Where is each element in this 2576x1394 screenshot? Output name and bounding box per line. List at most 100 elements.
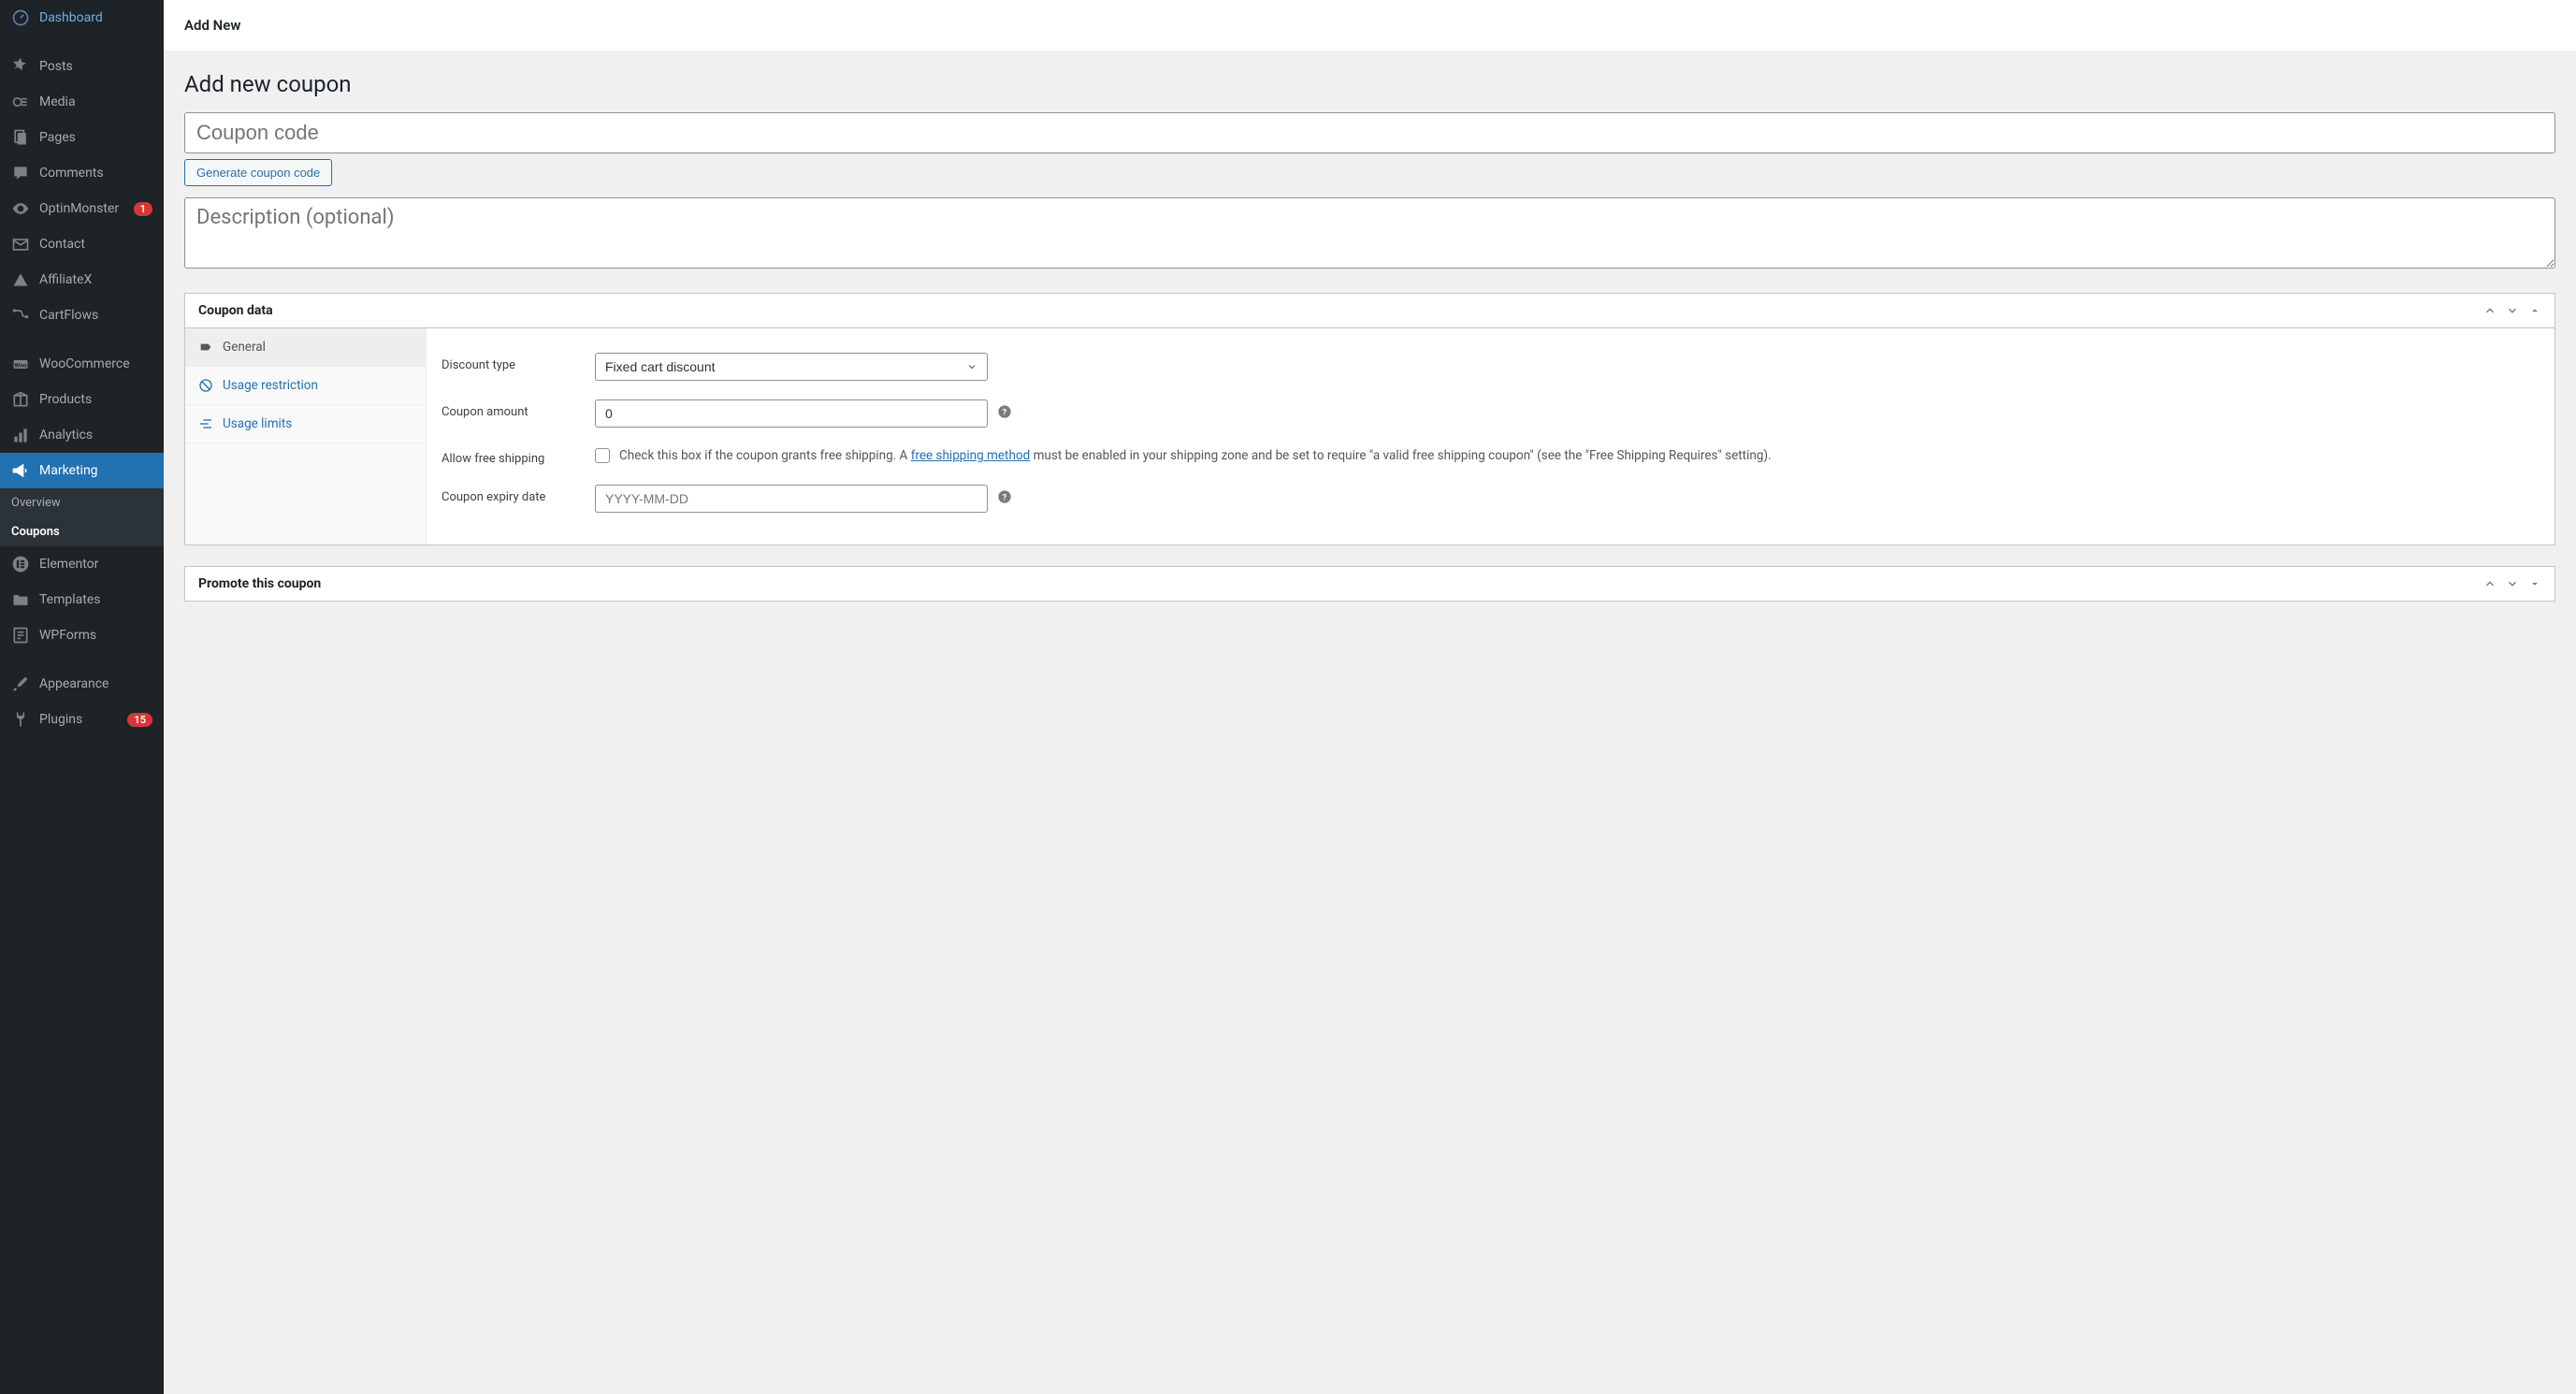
sidebar-item-analytics[interactable]: Analytics (0, 417, 164, 453)
page-title: Add new coupon (184, 71, 2555, 97)
svg-text:Woo: Woo (14, 361, 26, 369)
svg-text:?: ? (1003, 492, 1007, 502)
sidebar-item-label: AffiliateX (39, 272, 152, 287)
sidebar-item-affiliatex[interactable]: AffiliateX (0, 262, 164, 298)
general-icon (198, 340, 213, 355)
coupon-data-panel: Coupon data General (184, 293, 2555, 545)
tab-label: Usage restriction (223, 378, 318, 393)
panel-header: Promote this coupon (185, 567, 2554, 601)
coupon-form: Discount type Fixed cart discount Coupon… (427, 328, 2554, 545)
sidebar-item-comments[interactable]: Comments (0, 155, 164, 191)
sidebar-badge: 15 (127, 713, 152, 727)
dashboard-icon (11, 8, 30, 27)
promote-coupon-panel: Promote this coupon (184, 566, 2555, 602)
tab-label: Usage limits (223, 416, 292, 431)
tab-usage-limits[interactable]: Usage limits (185, 405, 426, 443)
panel-title: Coupon data (198, 303, 273, 318)
panel-down-icon[interactable] (2506, 577, 2519, 590)
help-icon[interactable]: ? (997, 489, 1012, 508)
sidebar-item-cartflows[interactable]: CartFlows (0, 298, 164, 333)
discount-type-select[interactable]: Fixed cart discount (595, 353, 988, 381)
sidebar-item-label: Elementor (39, 557, 152, 572)
sidebar-sub-item[interactable]: Coupons (0, 517, 164, 546)
tab-general[interactable]: General (185, 328, 426, 367)
sidebar-item-media[interactable]: Media (0, 84, 164, 120)
help-icon[interactable]: ? (997, 404, 1012, 423)
main-content: Add New Add new coupon Generate coupon c… (164, 0, 2576, 1394)
panel-header: Coupon data (185, 294, 2554, 328)
sidebar-item-label: Templates (39, 592, 152, 607)
mail-icon (11, 235, 30, 254)
sidebar-item-wpforms[interactable]: WPForms (0, 617, 164, 653)
sidebar-item-label: Marketing (39, 463, 152, 478)
pages-icon (11, 128, 30, 147)
comment-icon (11, 164, 30, 182)
chart-icon (11, 426, 30, 444)
sidebar-item-label: Appearance (39, 676, 152, 691)
top-bar: Add New (164, 0, 2576, 51)
sidebar-badge: 1 (134, 202, 152, 216)
sidebar-item-plugins[interactable]: Plugins 15 (0, 702, 164, 737)
admin-sidebar: Dashboard Posts Media Pages Comments OptinMon… (0, 0, 164, 1394)
panel-toggle-icon[interactable] (2528, 304, 2541, 317)
limits-icon (198, 416, 213, 431)
panel-controls (2483, 304, 2541, 317)
sidebar-item-contact[interactable]: Contact (0, 226, 164, 262)
box-icon (11, 390, 30, 409)
sidebar-item-label: Analytics (39, 428, 152, 443)
coupon-code-input[interactable] (184, 112, 2555, 153)
sidebar-item-label: WPForms (39, 628, 152, 643)
expiry-label: Coupon expiry date (441, 485, 580, 504)
coupon-amount-input[interactable] (595, 399, 988, 428)
sidebar-item-woocommerce[interactable]: Woo WooCommerce (0, 346, 164, 382)
sidebar-item-products[interactable]: Products (0, 382, 164, 417)
sidebar-item-label: Dashboard (39, 10, 152, 25)
pin-icon (11, 57, 30, 76)
sidebar-item-label: Pages (39, 130, 152, 145)
generate-coupon-button[interactable]: Generate coupon code (184, 159, 332, 186)
brush-icon (11, 675, 30, 693)
panel-down-icon[interactable] (2506, 304, 2519, 317)
sidebar-item-label: OptinMonster (39, 201, 124, 216)
sidebar-item-pages[interactable]: Pages (0, 120, 164, 155)
top-bar-title: Add New (184, 17, 240, 34)
folder-icon (11, 590, 30, 609)
free-shipping-link[interactable]: free shipping method (911, 448, 1031, 463)
sidebar-item-marketing[interactable]: Marketing (0, 453, 164, 488)
restriction-icon (198, 378, 213, 393)
eye-icon (11, 199, 30, 218)
sidebar-item-optinmonster[interactable]: OptinMonster 1 (0, 191, 164, 226)
panel-up-icon[interactable] (2483, 304, 2496, 317)
sidebar-item-label: Comments (39, 166, 152, 181)
tab-usage-restriction[interactable]: Usage restriction (185, 367, 426, 405)
sidebar-item-templates[interactable]: Templates (0, 582, 164, 617)
svg-text:?: ? (1003, 407, 1007, 417)
panel-toggle-icon[interactable] (2528, 577, 2541, 590)
description-input[interactable] (184, 197, 2555, 269)
coupon-amount-label: Coupon amount (441, 399, 580, 419)
panel-controls (2483, 577, 2541, 590)
coupon-tabs: General Usage restriction Usage limits (185, 328, 427, 545)
sidebar-item-label: Plugins (39, 712, 118, 727)
sidebar-sub-item[interactable]: Overview (0, 488, 164, 517)
media-icon (11, 93, 30, 111)
free-shipping-label: Allow free shipping (441, 446, 580, 466)
sidebar-item-label: WooCommerce (39, 356, 152, 371)
plug-icon (11, 710, 30, 729)
sidebar-item-label: Media (39, 94, 152, 109)
sidebar-item-dashboard[interactable]: Dashboard (0, 0, 164, 36)
sidebar-item-label: Contact (39, 237, 152, 252)
woo-icon: Woo (11, 355, 30, 373)
form-icon (11, 626, 30, 645)
sidebar-item-label: CartFlows (39, 308, 152, 323)
flow-icon (11, 306, 30, 325)
free-shipping-checkbox[interactable] (595, 448, 610, 463)
sidebar-item-label: Products (39, 392, 152, 407)
sidebar-item-appearance[interactable]: Appearance (0, 666, 164, 702)
sidebar-item-posts[interactable]: Posts (0, 49, 164, 84)
triangle-icon (11, 270, 30, 289)
panel-title: Promote this coupon (198, 576, 321, 591)
sidebar-item-elementor[interactable]: Elementor (0, 546, 164, 582)
expiry-input[interactable] (595, 485, 988, 513)
panel-up-icon[interactable] (2483, 577, 2496, 590)
